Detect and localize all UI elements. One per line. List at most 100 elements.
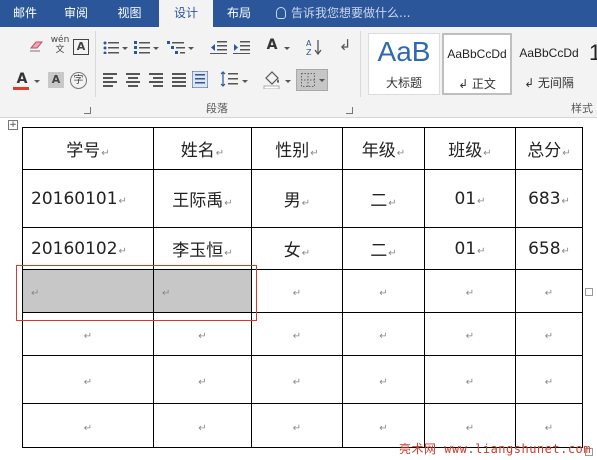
font-color-swatch [13, 87, 29, 90]
table-cell[interactable]: ↵ [22, 403, 154, 448]
tell-me-box[interactable]: 告诉我您想要做什么... [276, 0, 410, 27]
align-left-icon[interactable] [103, 73, 117, 89]
table-cell[interactable]: ↵ [342, 312, 425, 356]
borders-button[interactable] [296, 69, 328, 91]
paragraph-dialog-launcher[interactable] [346, 107, 353, 114]
table-move-handle[interactable]: + [8, 120, 18, 130]
chevron-down-icon[interactable] [188, 47, 194, 50]
multilevel-list-icon[interactable] [167, 41, 185, 54]
sort-icon[interactable]: A Z [306, 38, 322, 56]
cell-end-mark: ↵ [292, 331, 302, 342]
tab-review[interactable]: 审阅 [50, 0, 102, 27]
style-heading-1[interactable]: 1 [586, 33, 597, 95]
chevron-down-icon[interactable] [153, 47, 159, 50]
table-cell[interactable]: ↵ [515, 269, 583, 313]
table-cell[interactable]: ↵ [515, 312, 583, 356]
table-cell[interactable]: 683↵ [515, 169, 583, 228]
table-cell[interactable]: ↵ [153, 403, 252, 448]
tab-view[interactable]: 视图 [102, 0, 157, 27]
document-area[interactable]: + 学号↵ 姓名↵ 性别↵ 年级↵ 班级↵ 总分↵ 20160101↵ 王际禹↵ 男↵ 二↵ 01↵… [0, 118, 597, 460]
table-cell[interactable]: 二↵ [342, 227, 425, 270]
table-cell[interactable]: 王际禹↵ [153, 169, 252, 228]
group-separator [360, 31, 361, 97]
bullets-icon[interactable] [103, 41, 119, 54]
enclose-characters-button[interactable]: 字 [70, 72, 87, 89]
table-cell[interactable]: 01↵ [424, 169, 516, 228]
table-cell[interactable]: 658↵ [515, 227, 583, 270]
cell-text: 20160102 [31, 238, 118, 259]
style-name: ↲ 正文 [458, 77, 496, 91]
justify-icon[interactable] [172, 73, 186, 89]
table-cell[interactable]: ↵ [515, 355, 583, 404]
chinese-layout-icon[interactable]: A [262, 37, 282, 53]
tell-me-text: 告诉我您想要做什么... [291, 6, 411, 20]
table-cell[interactable]: 20160102↵ [22, 227, 154, 270]
style-no-spacing[interactable]: AaBbCcDd ↲ 无间隔 [514, 33, 584, 95]
character-shading-button[interactable]: A [48, 72, 64, 88]
table-cell[interactable]: ↵ [251, 403, 343, 448]
phonetic-guide-button[interactable]: wén 文 [49, 35, 71, 55]
data-table[interactable]: 学号↵ 姓名↵ 性别↵ 年级↵ 班级↵ 总分↵ 20160101↵ 王际禹↵ 男↵ 二↵ 01↵ 68… [22, 127, 583, 448]
table-cell[interactable]: 01↵ [424, 227, 516, 270]
tab-mailings[interactable]: 邮件 [0, 0, 50, 27]
table-cell[interactable]: 男↵ [251, 169, 343, 228]
word-window: 邮件 审阅 视图 设计 布局 告诉我您想要做什么... wén 文 A A A 字 [0, 0, 597, 460]
show-hide-marks-icon[interactable]: ↲ [338, 37, 352, 53]
cell-text: 658 [528, 238, 561, 259]
table-cell[interactable]: ↵ [251, 312, 343, 356]
table-cell[interactable]: ↵ [424, 355, 516, 404]
table-cell[interactable]: ↵ [251, 269, 343, 313]
distributed-icon[interactable] [192, 71, 208, 88]
cell-end-mark: ↵ [544, 376, 554, 388]
table-cell[interactable]: ↵ [22, 355, 154, 404]
font-color-button[interactable]: A [14, 71, 30, 87]
table-header-cell[interactable]: 总分↵ [515, 127, 583, 170]
table-header-cell[interactable]: 姓名↵ [153, 127, 252, 170]
table-cell[interactable]: 女↵ [251, 227, 343, 270]
table-cell[interactable]: ↵ [342, 269, 425, 313]
align-right-icon[interactable] [149, 73, 163, 89]
table-cell[interactable]: ↵ [424, 312, 516, 356]
decrease-indent-icon[interactable] [210, 41, 227, 54]
tab-layout[interactable]: 布局 [213, 0, 265, 27]
table-header-cell[interactable]: 班级↵ [424, 127, 516, 170]
cell-text: 总分 [527, 141, 562, 161]
increase-indent-icon[interactable] [233, 41, 250, 54]
tab-design[interactable]: 设计 [159, 0, 213, 27]
table-header-cell[interactable]: 学号↵ [22, 127, 154, 170]
font-dialog-launcher[interactable] [84, 107, 91, 114]
table-cell[interactable]: ↵ [251, 355, 343, 404]
table-cell[interactable]: ↵ [342, 355, 425, 404]
style-normal[interactable]: AaBbCcDd ↲ 正文 [442, 33, 512, 95]
style-title[interactable]: AaB 大标题 [368, 33, 440, 95]
table-cell[interactable]: 二↵ [342, 169, 425, 228]
table-cell[interactable]: ↵ [153, 355, 252, 404]
cell-end-mark: ↵ [465, 331, 475, 342]
table-cell[interactable]: ↵ [153, 269, 252, 313]
table-header-cell[interactable]: 性别↵ [251, 127, 343, 170]
chevron-down-icon[interactable] [319, 79, 325, 82]
chevron-down-icon[interactable] [242, 80, 248, 83]
style-sample: AaB [377, 36, 431, 67]
chevron-down-icon[interactable] [284, 47, 290, 50]
cell-text: 学号 [66, 141, 101, 161]
table-row: ↵ ↵ ↵ ↵ ↵ ↵ [22, 312, 583, 356]
align-center-icon[interactable] [126, 73, 140, 89]
line-spacing-icon[interactable] [220, 71, 238, 87]
clear-formatting-icon[interactable] [28, 39, 44, 53]
table-cell[interactable]: 李玉恒↵ [153, 227, 252, 270]
chevron-down-icon[interactable] [122, 47, 128, 50]
table-cell[interactable]: ↵ [424, 269, 516, 313]
cell-end-mark: ↵ [477, 245, 486, 257]
numbering-icon[interactable] [134, 41, 150, 54]
cell-text: 女 [283, 241, 301, 261]
table-cell[interactable]: ↵ [153, 312, 252, 356]
table-cell[interactable]: ↵ [22, 312, 154, 356]
character-border-button[interactable]: A [73, 39, 89, 55]
paint-bucket-icon[interactable] [263, 69, 281, 89]
table-cell[interactable]: ↵ [22, 269, 154, 313]
chevron-down-icon[interactable] [34, 80, 40, 83]
table-header-cell[interactable]: 年级↵ [342, 127, 425, 170]
chevron-down-icon[interactable] [285, 80, 291, 83]
table-cell[interactable]: 20160101↵ [22, 169, 154, 228]
